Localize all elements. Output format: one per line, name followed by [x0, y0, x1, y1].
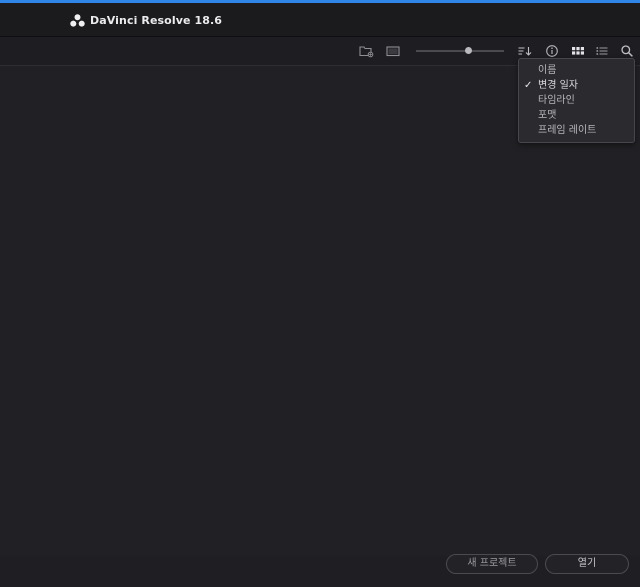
davinci-logo-icon [70, 13, 85, 27]
sort-icon[interactable] [517, 43, 533, 59]
new-project-button[interactable]: 새 프로젝트 [446, 554, 538, 574]
zoom-slider-handle[interactable] [465, 47, 472, 54]
grid-view-icon[interactable] [570, 43, 586, 59]
sort-menu-item-timeline[interactable]: 타임라인 [519, 93, 634, 108]
sort-menu-item-label: 포맷 [538, 110, 557, 121]
info-icon[interactable] [544, 43, 560, 59]
title-bar: DaVinci Resolve 18.6 [0, 3, 640, 37]
sort-menu-item-format[interactable]: 포맷 [519, 108, 634, 123]
sort-menu-item-label: 변경 일자 [538, 80, 578, 91]
sort-menu-item-label: 프레임 레이트 [538, 125, 597, 136]
search-icon[interactable] [619, 43, 635, 59]
list-view-icon[interactable] [594, 43, 610, 59]
sort-menu-item-date-modified[interactable]: ✓ 변경 일자 [519, 78, 634, 93]
sort-menu-item-label: 타임라인 [538, 95, 575, 106]
sort-menu-item-label: 이름 [538, 65, 557, 76]
zoom-slider-track[interactable] [416, 50, 504, 52]
sort-menu-item-name[interactable]: 이름 [519, 63, 634, 78]
footer-bar: 새 프로젝트 열기 [0, 548, 640, 587]
checkmark-icon: ✓ [524, 80, 533, 91]
sort-menu-item-frame-rate[interactable]: 프레임 레이트 [519, 123, 634, 138]
new-folder-icon[interactable] [358, 43, 374, 59]
open-button[interactable]: 열기 [545, 554, 629, 574]
project-thumbnail-icon[interactable] [385, 43, 401, 59]
app-branding: DaVinci Resolve 18.6 [70, 12, 222, 28]
sort-menu: 이름 ✓ 변경 일자 타임라인 포맷 프레임 레이트 [518, 58, 635, 143]
window-title: DaVinci Resolve 18.6 [90, 13, 223, 27]
